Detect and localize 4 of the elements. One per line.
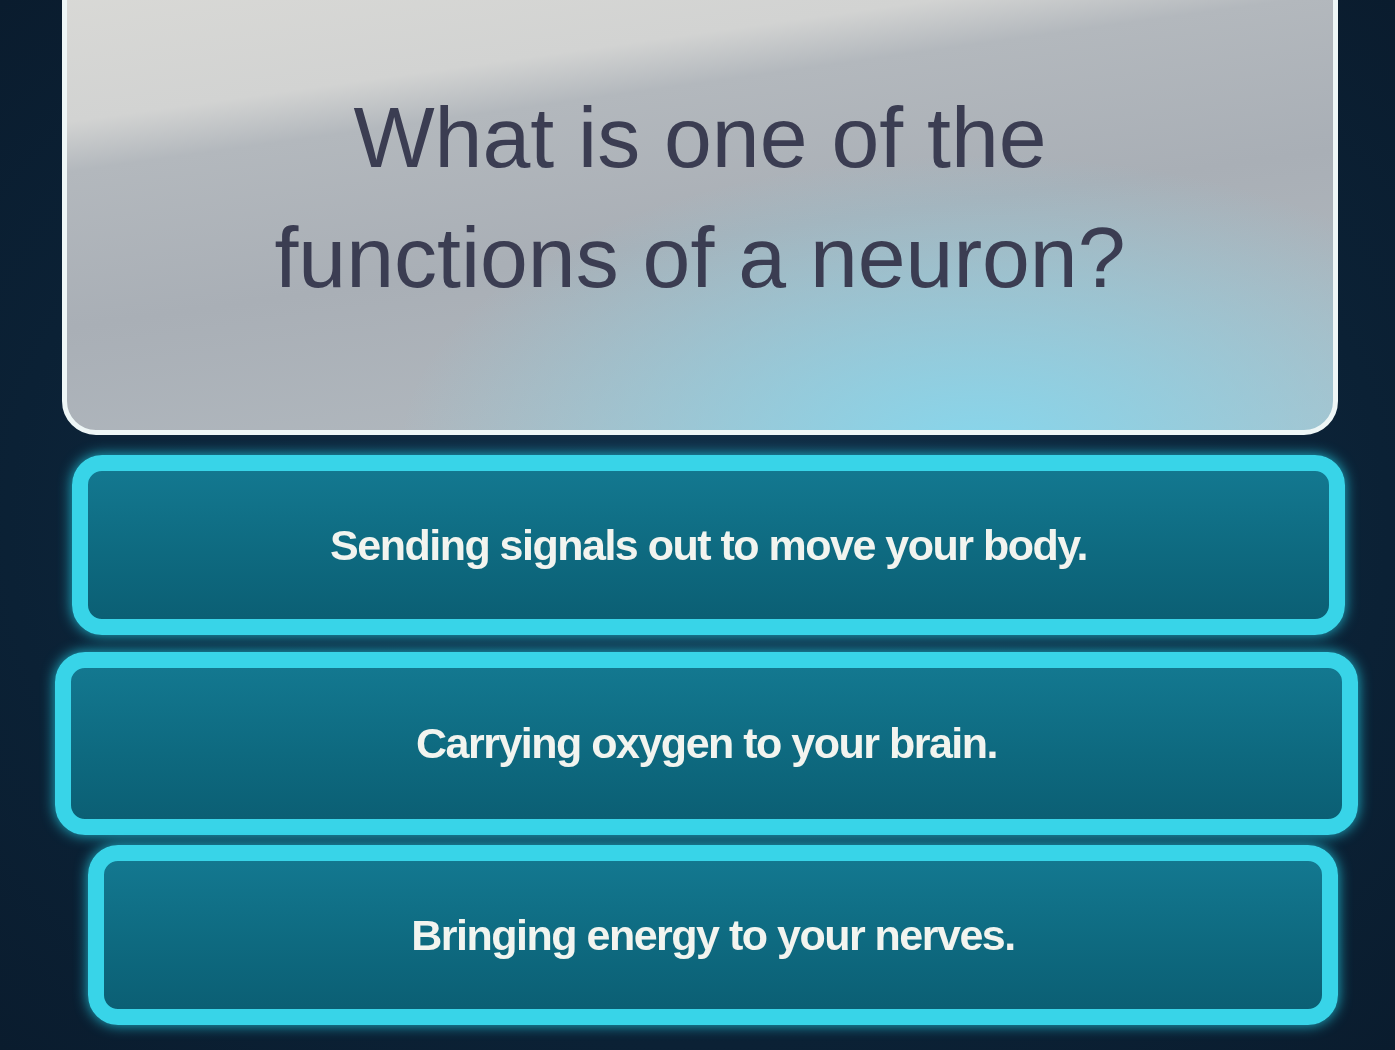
answer-button[interactable]: Carrying oxygen to your brain. bbox=[55, 652, 1358, 835]
answer-button[interactable]: Sending signals out to move your body. bbox=[72, 455, 1345, 635]
answer-button[interactable]: Bringing energy to your nerves. bbox=[88, 845, 1338, 1025]
question-text: What is one of the functions of a neuron? bbox=[273, 88, 1127, 307]
